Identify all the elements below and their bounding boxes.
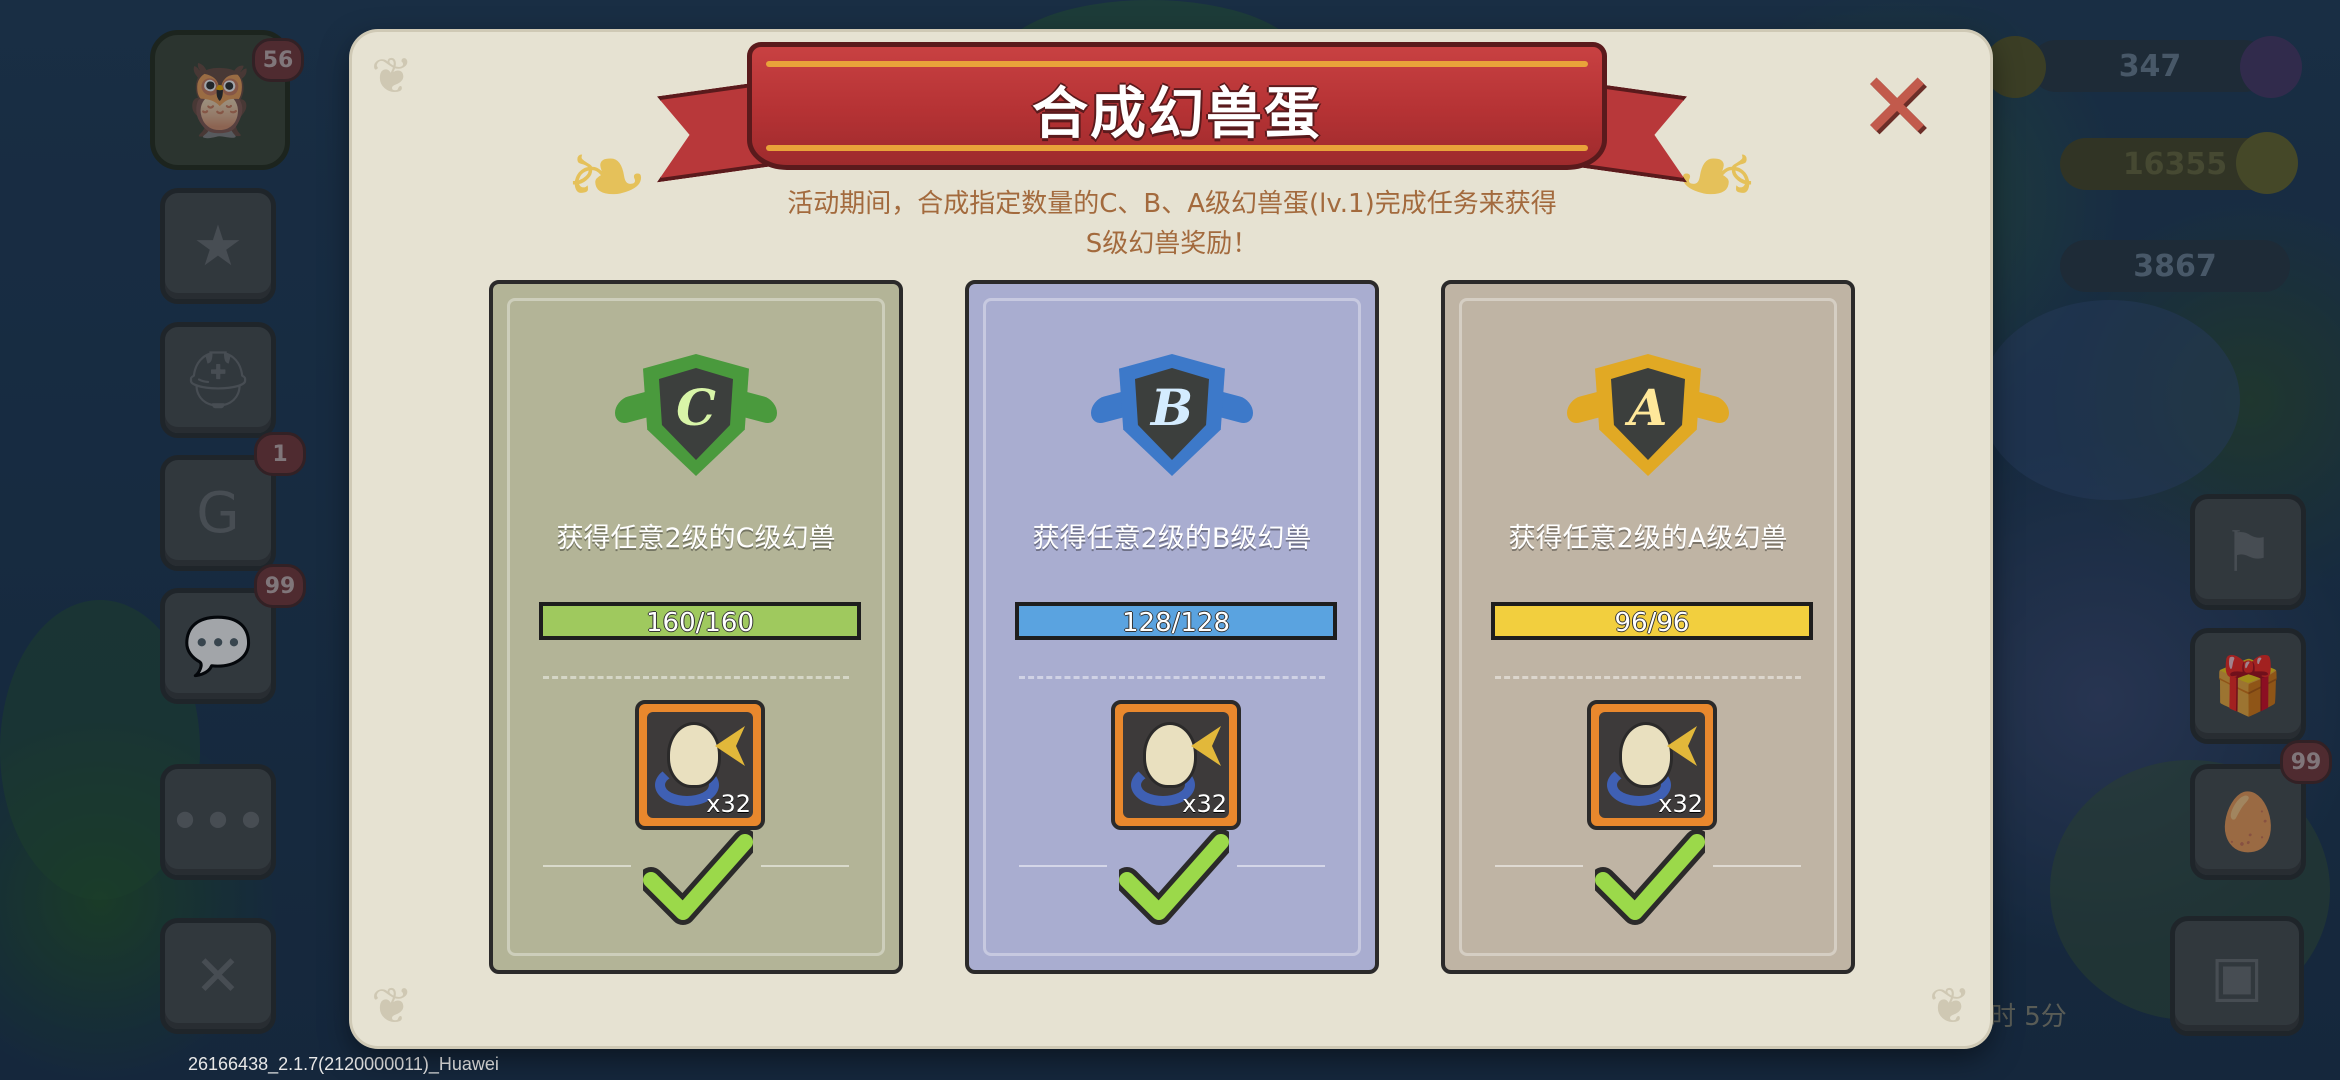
grade-emblem: C: [493, 354, 899, 484]
progress-label: 160/160: [645, 608, 754, 638]
card-divider-right: [761, 865, 849, 867]
reward-quantity: x32: [706, 790, 751, 818]
grade-letter: B: [1150, 378, 1194, 437]
monster-egg-icon: [1619, 722, 1673, 788]
ribbon-band: 合成幻兽蛋: [747, 42, 1607, 170]
dialog-title: 合成幻兽蛋: [1032, 82, 1322, 147]
card-divider-dashed: [1019, 676, 1325, 679]
reward-quantity: x32: [1658, 790, 1703, 818]
corner-ornament: ❦: [1929, 977, 1971, 1035]
grade-letter: C: [676, 378, 716, 437]
task-card-b: B 获得任意2级的B级幻兽 128/128 x32: [965, 280, 1379, 974]
card-divider-right: [1237, 865, 1325, 867]
egg-synthesis-dialog: ❦ ❦ ❦ ❧ ❧ 合成幻兽蛋 ✕ 活动期间，合成指定数量的C、B、A级幻兽蛋(…: [352, 32, 1990, 1046]
task-progress-bar: 96/96: [1491, 602, 1813, 640]
close-x-icon: ✕: [1858, 53, 1936, 160]
task-description: 获得任意2级的C级幻兽: [556, 523, 836, 554]
corner-ornament: ❦: [371, 977, 413, 1035]
progress-label: 128/128: [1121, 608, 1230, 638]
completed-check-icon: [1114, 828, 1234, 928]
card-divider-dashed: [1495, 676, 1801, 679]
task-description: 获得任意2级的A级幻兽: [1508, 523, 1788, 554]
card-divider-left: [1019, 865, 1107, 867]
laurel-left-icon: ❧: [565, 118, 649, 235]
corner-ornament: ❦: [371, 47, 413, 105]
reward-item-slot[interactable]: x32: [1587, 700, 1717, 830]
task-card-a: A 获得任意2级的A级幻兽 96/96 x32: [1441, 280, 1855, 974]
progress-label: 96/96: [1614, 608, 1690, 638]
monster-egg-icon: [667, 722, 721, 788]
completed-check-icon: [1590, 828, 1710, 928]
version-label: 26166438_2.1.7(2120000011)_Huawei: [188, 1054, 499, 1074]
card-divider-left: [1495, 865, 1583, 867]
completed-check-icon: [638, 828, 758, 928]
card-divider-dashed: [543, 676, 849, 679]
description-line-2: S级幻兽奖励！: [1085, 229, 1259, 259]
grade-emblem: A: [1445, 354, 1851, 484]
task-progress-bar: 128/128: [1015, 602, 1337, 640]
card-divider-right: [1713, 865, 1801, 867]
reward-item-slot[interactable]: x32: [635, 700, 765, 830]
monster-egg-icon: [1143, 722, 1197, 788]
grade-letter: A: [1628, 378, 1668, 437]
card-divider-left: [543, 865, 631, 867]
description-line-1: 活动期间，合成指定数量的C、B、A级幻兽蛋(lv.1)完成任务来获得: [787, 189, 1557, 219]
reward-quantity: x32: [1182, 790, 1227, 818]
task-description: 获得任意2级的B级幻兽: [1032, 523, 1312, 554]
task-card-c: C 获得任意2级的C级幻兽 160/160 x32: [489, 280, 903, 974]
reward-item-slot[interactable]: x32: [1111, 700, 1241, 830]
close-button[interactable]: ✕: [1857, 61, 1937, 153]
grade-emblem: B: [969, 354, 1375, 484]
title-ribbon: 合成幻兽蛋: [657, 26, 1687, 186]
task-progress-bar: 160/160: [539, 602, 861, 640]
